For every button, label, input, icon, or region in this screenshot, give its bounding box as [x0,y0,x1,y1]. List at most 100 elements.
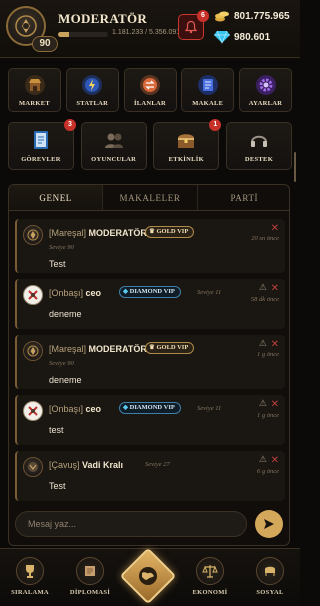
market-icon [24,75,45,95]
send-button[interactable] [255,510,283,538]
message-author[interactable]: [Mareşal] MODERATÖR [49,228,147,238]
user-level: Seviye 11 [197,289,222,296]
user-avatar[interactable] [23,225,43,245]
delete-icon[interactable]: ✕ [271,455,279,466]
nav-economy[interactable]: EKONOMİ [182,557,238,596]
diamond-vip-badge: ◆ DIAMOND VIP [119,286,181,298]
report-warning-icon[interactable]: ⚠ [259,455,267,465]
settings-icon [255,75,276,95]
message-text: test [49,425,64,435]
diamond-icon: ◆ [123,404,128,411]
user-level: Seviye 90 [49,244,74,251]
report-warning-icon[interactable]: ⚠ [259,339,267,349]
diamond-amount: 980.601 [234,31,271,43]
diamond-balance: 980.601 [214,28,298,46]
user-avatar[interactable] [23,401,43,421]
settings-label: AYARLAR [248,100,283,107]
stats-icon [82,75,103,95]
message-author[interactable]: [Onbaşı] ceo [49,288,101,298]
main-menu-row-2: GÖREVLER 3 OYUNCULAR ETKİNLİK 1 DESTEK [8,119,292,170]
top-bar: 90 MODERATÖR 1.181.233 / 5.356.091 6 801… [0,0,300,58]
event-button[interactable]: ETKİNLİK 1 [153,119,222,170]
ads-label: İLANLAR [133,100,167,107]
message-text: Test [49,259,66,269]
gold-vip-badge: ♛ GOLD VIP [145,226,195,238]
nav-economy-label: EKONOMİ [192,589,228,596]
nav-ranking-label: SIRALAMA [11,589,49,596]
article-button[interactable]: MAKALE [181,68,235,112]
event-chest-icon [178,134,195,148]
message-author[interactable]: [Onbaşı] ceo [49,404,101,414]
nav-social-label: SOSYAL [256,589,284,596]
tab-party[interactable]: PARTİ [196,185,289,210]
send-arrow-icon [264,519,274,529]
market-label: MARKET [18,100,51,107]
market-button[interactable]: MARKET [8,68,61,112]
level-badge: 90 [32,36,58,52]
delete-icon[interactable]: ✕ [271,339,279,350]
gold-vip-badge: ♛ GOLD VIP [145,342,195,354]
support-button[interactable]: DESTEK [225,122,292,170]
event-label: ETKİNLİK [168,156,204,163]
report-warning-icon[interactable]: ⚠ [259,399,267,409]
message-input-wrapper [15,511,247,537]
nav-social[interactable]: SOSYAL [242,557,298,596]
user-level: Seviye 11 [197,405,222,412]
user-avatar[interactable] [23,285,43,305]
chat-tabs: GENEL MAKALELER PARTİ [9,185,289,211]
message-author[interactable]: [Mareşal] MODERATÖR [49,344,147,354]
article-label: MAKALE [192,100,224,107]
scroll-icon [76,557,104,585]
players-icon [104,133,123,148]
settings-button[interactable]: AYARLAR [239,68,292,112]
players-label: OYUNCULAR [91,156,137,163]
delete-icon[interactable]: ✕ [271,399,279,410]
nav-diplomacy[interactable]: DİPLOMASİ [62,557,118,596]
message-time: 58 dk önce [250,296,279,303]
nav-diplomacy-label: DİPLOMASİ [69,589,111,596]
support-label: DESTEK [244,156,274,163]
message-author[interactable]: [Çavuş] Vadi Kralı [49,460,123,470]
nav-ranking[interactable]: SIRALAMA [2,557,58,596]
support-headset-icon [250,135,267,147]
report-warning-icon[interactable]: ⚠ [259,283,267,293]
user-level: Seviye 90 [49,360,74,367]
profile-avatar[interactable]: 90 [6,6,58,52]
tab-general[interactable]: GENEL [9,185,103,210]
delete-icon[interactable]: ✕ [271,223,279,234]
gold-balance: 801.775.965 [214,7,298,25]
message-text: deneme [49,375,82,385]
user-avatar[interactable] [23,457,43,477]
trophy-icon [16,557,44,585]
diamond-icon [214,30,230,44]
chat-message: [Çavuş] Vadi Kralı Seviye 27 Test ⚠ ✕ 6 … [15,451,285,501]
message-input[interactable] [16,512,246,536]
message-text: Test [49,481,66,491]
page-scrollbar[interactable] [294,152,296,182]
diamond-vip-badge: ◆ DIAMOND VIP [119,402,181,414]
social-icon [256,557,284,585]
chat-panel: GENEL MAKALELER PARTİ [Mareşal] MODERATÖ… [8,184,290,546]
main-menu-row-1: MARKET STATLAR İLANLAR MAKALE AYARLAR [8,68,292,112]
delete-icon[interactable]: ✕ [271,283,279,294]
chat-message: [Onbaşı] ceo ◆ DIAMOND VIP Seviye 11 den… [15,279,285,329]
xp-bar-fill [58,32,69,37]
xp-text: 1.181.233 / 5.356.091 [112,29,181,36]
stats-button[interactable]: STATLAR [65,68,119,112]
gold-coins-icon [215,11,229,22]
players-button[interactable]: OYUNCULAR [80,122,147,170]
message-time: 1 g önce [256,412,279,419]
ads-button[interactable]: İLANLAR [123,68,177,112]
ads-icon [140,75,160,95]
quests-button[interactable]: GÖREVLER 3 [8,119,76,170]
article-icon [197,75,218,95]
user-avatar[interactable] [23,341,43,361]
message-time: 1 g önce [256,351,279,358]
message-text: deneme [49,309,82,319]
crown-icon: ♛ [149,228,155,235]
notification-count-badge: 6 [197,10,209,22]
event-badge: 1 [209,119,222,131]
crown-icon: ♛ [149,344,155,351]
tab-articles[interactable]: MAKALELER [102,185,196,210]
globe-icon [139,567,157,585]
